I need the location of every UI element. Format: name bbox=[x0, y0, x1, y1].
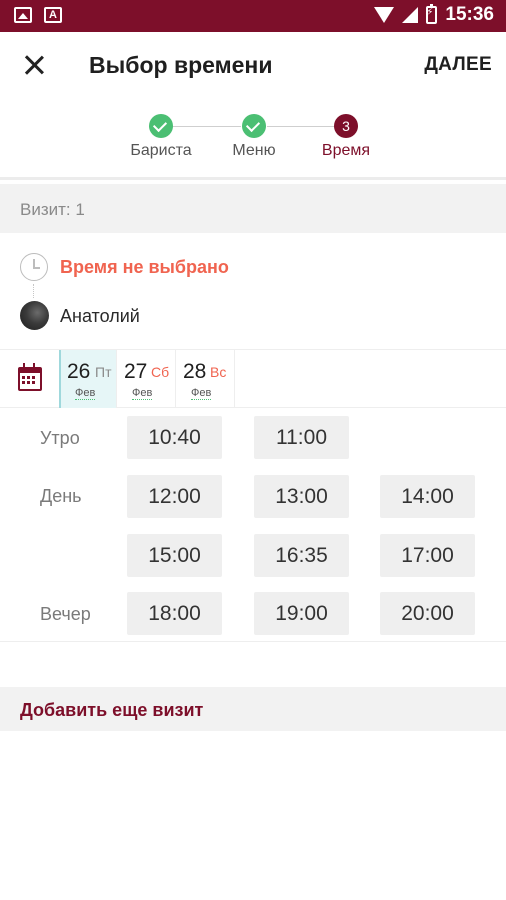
avatar bbox=[20, 301, 49, 330]
date-day: 27 bbox=[124, 360, 148, 383]
next-button[interactable]: ДАЛЕЕ bbox=[424, 54, 492, 76]
time-slot[interactable]: 20:00 bbox=[380, 592, 475, 635]
step-label: Меню bbox=[232, 142, 276, 159]
date-weekday: Пт bbox=[95, 364, 112, 380]
date-month: Фев bbox=[132, 387, 153, 400]
time-slot[interactable]: 18:00 bbox=[127, 592, 222, 635]
time-slot[interactable]: 10:40 bbox=[127, 416, 222, 459]
close-icon[interactable] bbox=[18, 49, 50, 81]
image-icon bbox=[14, 7, 32, 23]
period-label-day: День bbox=[40, 486, 82, 506]
divider bbox=[0, 641, 506, 642]
visit-label: Визит: 1 bbox=[20, 200, 85, 219]
status-bar: A 15:36 bbox=[0, 0, 506, 32]
time-slot[interactable]: 12:00 bbox=[127, 475, 222, 518]
step-time: 3 Время bbox=[296, 114, 396, 160]
time-slot[interactable]: 14:00 bbox=[380, 475, 475, 518]
time-status-row[interactable]: Время не выбрано bbox=[0, 243, 506, 291]
time-slot[interactable]: 19:00 bbox=[254, 592, 349, 635]
time-slot[interactable]: 11:00 bbox=[254, 416, 349, 459]
check-icon bbox=[242, 114, 266, 138]
period-label-morning: Утро bbox=[40, 428, 80, 448]
page-title: Выбор времени bbox=[89, 52, 273, 78]
date-day: 26 bbox=[67, 360, 91, 383]
step-number: 3 bbox=[334, 114, 358, 138]
clock-icon bbox=[20, 253, 48, 281]
time-slot[interactable]: 17:00 bbox=[380, 534, 475, 577]
date-weekday: Вс bbox=[210, 364, 227, 380]
date-month: Фев bbox=[75, 387, 96, 400]
signal-icon bbox=[402, 7, 419, 23]
battery-icon bbox=[426, 4, 438, 24]
time-slot[interactable]: 13:00 bbox=[254, 475, 349, 518]
date-cell[interactable]: 26 Пт Фев bbox=[59, 350, 117, 408]
master-row[interactable]: Анатолий bbox=[0, 292, 506, 340]
add-visit-label: Добавить еще визит bbox=[20, 700, 204, 720]
date-month: Фев bbox=[191, 387, 212, 400]
date-cell[interactable]: 28 Вс Фев bbox=[177, 350, 235, 408]
date-day: 28 bbox=[183, 360, 207, 383]
time-slot[interactable]: 15:00 bbox=[127, 534, 222, 577]
calendar-icon[interactable] bbox=[18, 363, 42, 391]
status-time: 15:36 bbox=[445, 4, 494, 25]
step-label: Время bbox=[321, 142, 371, 159]
font-icon: A bbox=[44, 7, 62, 23]
toolbar: Выбор времени ДАЛЕЕ bbox=[0, 32, 506, 98]
check-icon bbox=[149, 114, 173, 138]
step-menu: Меню bbox=[204, 114, 304, 160]
date-weekday: Сб bbox=[151, 364, 170, 380]
time-status-text: Время не выбрано bbox=[60, 257, 229, 277]
wifi-icon bbox=[374, 7, 395, 23]
step-barista: Бариста bbox=[111, 114, 211, 160]
visit-header: Визит: 1 bbox=[0, 184, 506, 233]
period-label-evening: Вечер bbox=[40, 604, 91, 624]
date-selector: 26 Пт Фев 27 Сб Фев 28 Вс Фев bbox=[0, 349, 506, 408]
stepper: Бариста Меню 3 Время bbox=[0, 98, 506, 180]
step-label: Бариста bbox=[130, 142, 192, 159]
time-slot[interactable]: 16:35 bbox=[254, 534, 349, 577]
master-name: Анатолий bbox=[60, 306, 140, 326]
add-visit-button[interactable]: Добавить еще визит bbox=[0, 687, 506, 731]
date-cell[interactable]: 27 Сб Фев bbox=[118, 350, 176, 408]
